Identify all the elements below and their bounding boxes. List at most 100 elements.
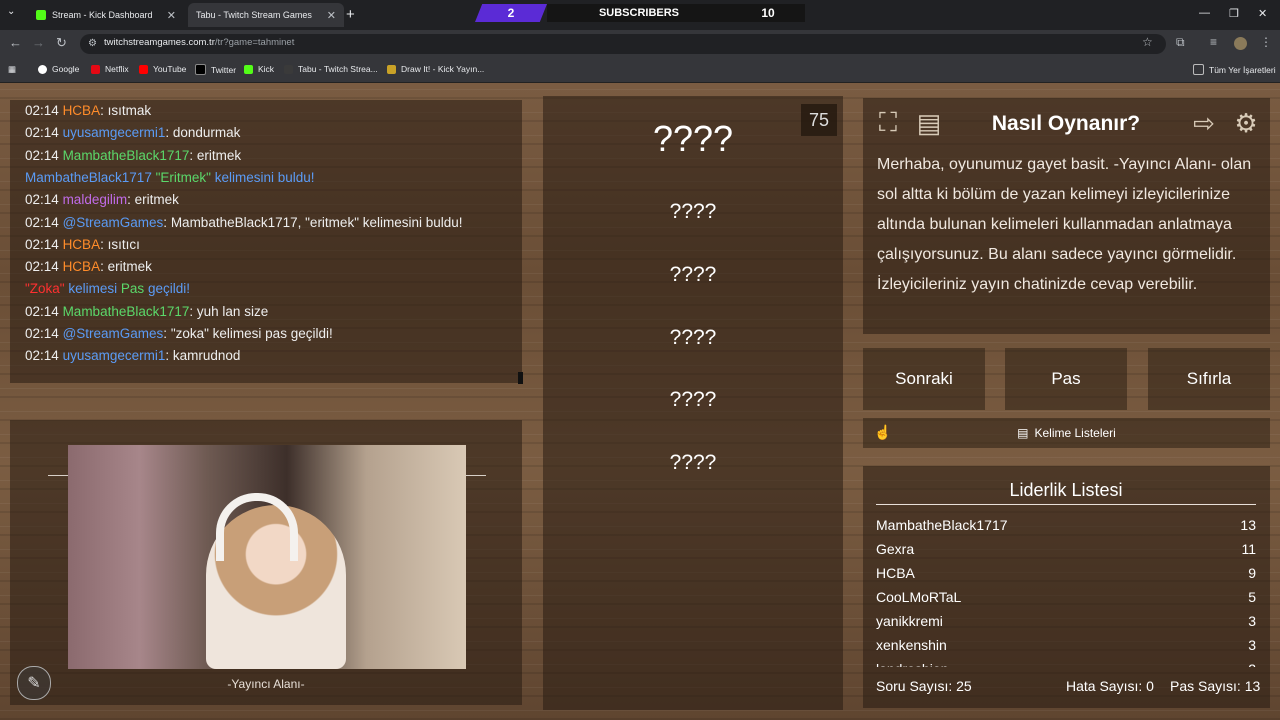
restore-icon[interactable]: ❐ — [1229, 7, 1239, 20]
notes-icon[interactable]: ▤ — [911, 105, 947, 141]
url-path: /tr?game=tahminet — [214, 37, 295, 48]
chat-message: 02:14 HCBA: ısıtmak — [25, 103, 152, 118]
settings-gear-icon[interactable]: ⚙ — [1228, 105, 1264, 141]
chat-user: HCBA — [62, 103, 101, 118]
mouse-cursor-icon: ☝ — [874, 424, 892, 440]
youtube-icon — [139, 64, 148, 74]
chat-user: @StreamGames — [62, 326, 164, 341]
bookmark-tabu[interactable]: Tabu - Twitch Strea... — [284, 64, 378, 74]
tab-search-icon[interactable]: ⌄ — [7, 6, 15, 17]
chat-time: 02:14 — [25, 259, 59, 275]
fullscreen-icon[interactable]: ⛶ — [870, 105, 906, 141]
forward-arrow-icon[interactable]: → — [32, 35, 45, 50]
close-icon[interactable]: ✕ — [167, 9, 176, 22]
word-lists-button[interactable]: ▤ Kelime Listeleri — [863, 418, 1270, 448]
reset-button[interactable]: Sıfırla — [1148, 348, 1270, 410]
media-icon[interactable]: ≡ — [1210, 35, 1217, 49]
bookmark-label: Twitter — [211, 64, 237, 75]
pass-button[interactable]: Pas — [1005, 348, 1127, 410]
bookmark-drawit[interactable]: Draw It! - Kick Yayın... — [387, 64, 484, 74]
player-name: yanikkremi — [876, 613, 943, 629]
chat-message: MambatheBlack1717 "Eritmek" kelimesini b… — [25, 170, 315, 185]
pencil-icon — [387, 64, 396, 74]
chat-text: eritmek — [107, 259, 152, 275]
system-text: kelimesini buldu! — [214, 169, 315, 185]
pencil-icon[interactable]: ✎ — [17, 666, 51, 700]
bookmark-youtube[interactable]: YouTube — [139, 64, 186, 74]
chat-time: 02:14 — [25, 125, 59, 141]
minimize-icon[interactable]: — — [1199, 7, 1210, 19]
site-info-icon[interactable]: ⚙ — [88, 38, 97, 49]
chat-message: 02:14 HCBA: ısıtıcı — [25, 236, 140, 252]
webcam-image — [68, 445, 466, 669]
bookmark-label: Netflix — [105, 64, 129, 74]
profile-avatar[interactable] — [1234, 37, 1247, 50]
folder-icon — [1193, 64, 1204, 75]
apps-grid-icon[interactable]: ▦ — [8, 64, 16, 75]
player-name: Gexra — [876, 541, 915, 557]
page-icon — [284, 64, 293, 74]
browser-tab-kick[interactable]: Stream - Kick Dashboard ✕ — [28, 3, 184, 27]
chat-time: 02:14 — [25, 147, 59, 163]
chat-time: 02:14 — [25, 103, 59, 118]
bookmark-star-icon[interactable]: ☆ — [1142, 35, 1153, 49]
new-tab-plus-icon[interactable]: + — [346, 6, 355, 23]
error-count: Hata Sayısı: 0 — [1066, 678, 1154, 694]
reload-icon[interactable]: ↻ — [56, 35, 67, 51]
netflix-icon — [91, 64, 100, 74]
leaderboard-row: landroshion 2 — [876, 657, 1256, 667]
leaderboard-row: xenkenshin 3 — [876, 633, 1256, 657]
chat-scrollbar[interactable] — [518, 372, 523, 384]
taboo-word: ???? — [669, 388, 717, 411]
pass-count: Pas Sayısı: 13 — [1170, 678, 1261, 694]
word-lists-label: Kelime Listeleri — [1034, 426, 1116, 440]
bookmark-label: Tabu - Twitch Strea... — [298, 64, 378, 74]
player-score: 2 — [1248, 657, 1256, 667]
extensions-icon[interactable]: ⧉ — [1176, 35, 1185, 50]
exit-icon[interactable]: ⇨ — [1186, 105, 1222, 141]
leaderboard-list: MambatheBlack1717 13 Gexra 11 HCBA 9 CooLMoRTa… — [876, 513, 1256, 667]
close-icon[interactable]: ✕ — [327, 9, 336, 22]
help-title: Nasıl Oynanır? — [991, 112, 1141, 135]
leaderboard-row: yanikkremi 3 — [876, 609, 1256, 633]
player-name: HCBA — [876, 565, 915, 581]
player-name: landroshion — [876, 657, 948, 667]
kebab-menu-icon[interactable]: ⋮ — [1260, 35, 1272, 49]
player-score: 3 — [1248, 637, 1256, 653]
back-arrow-icon[interactable]: ← — [9, 35, 22, 50]
taboo-word: ???? — [669, 263, 717, 286]
chat-message: 02:14 HCBA: eritmek — [25, 259, 152, 275]
all-bookmarks[interactable]: Tüm Yer İşaretleri — [1193, 64, 1276, 75]
subscriber-goal-overlay: 2 SUBSCRIBERS 10 — [475, 4, 805, 22]
bookmark-netflix[interactable]: Netflix — [91, 64, 129, 74]
chat-user: maldegilim — [62, 192, 128, 208]
headphones-shape — [216, 493, 298, 561]
window-close-icon[interactable]: ✕ — [1258, 7, 1267, 20]
chat-text: yuh lan size — [196, 303, 269, 319]
chat-time: 02:14 — [25, 326, 59, 341]
bookmark-twitter[interactable]: Twitter — [195, 64, 236, 75]
chat-user: @StreamGames — [62, 214, 164, 230]
bookmark-kick[interactable]: Kick — [244, 64, 274, 74]
taboo-word: ???? — [669, 326, 717, 349]
player-score: 11 — [1241, 541, 1256, 557]
player-name: xenkenshin — [876, 637, 947, 653]
next-button[interactable]: Sonraki — [863, 348, 985, 410]
chat-user: MambatheBlack1717 — [62, 303, 190, 319]
browser-tab-tabu[interactable]: Tabu - Twitch Stream Games ✕ — [188, 3, 344, 27]
bookmarks-bar — [0, 58, 1280, 83]
chat-message: 02:14 MambatheBlack1717: eritmek — [25, 147, 242, 163]
leaderboard-row: CooLMoRTaL 5 — [876, 585, 1256, 609]
chat-message: 02:14 @StreamGames: "zoka" kelimesi pas … — [25, 326, 333, 341]
tab-title: Tabu - Twitch Stream Games — [196, 10, 312, 20]
url-text[interactable]: twitchstreamgames.com.tr/tr?game=tahmine… — [104, 37, 294, 48]
bookmark-label: YouTube — [153, 64, 187, 74]
system-text: geçildi! — [147, 281, 190, 297]
chat-time: 02:14 — [25, 192, 59, 208]
chat-text: ısıtmak — [107, 103, 152, 118]
chat-text: eritmek — [134, 192, 179, 208]
bookmark-label: Draw It! - Kick Yayın... — [401, 64, 485, 74]
kick-favicon-icon — [36, 10, 46, 20]
bookmark-google[interactable]: Google — [38, 64, 79, 74]
bookmark-label: Google — [52, 64, 80, 74]
